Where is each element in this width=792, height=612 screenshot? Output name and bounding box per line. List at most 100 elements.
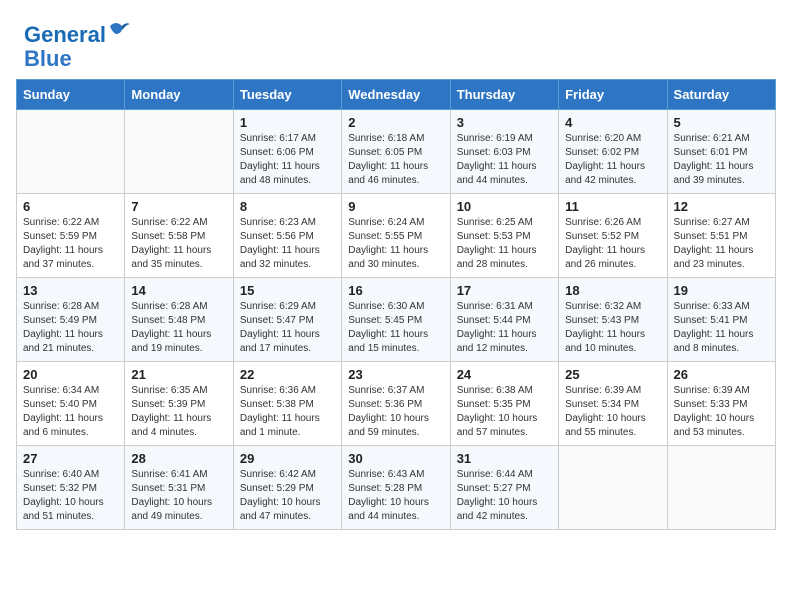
calendar-cell: 26 Sunrise: 6:39 AMSunset: 5:33 PMDayligh… bbox=[667, 362, 775, 446]
column-header-monday: Monday bbox=[125, 80, 233, 110]
day-number: 2 bbox=[348, 115, 443, 130]
logo-bird-icon bbox=[108, 18, 132, 42]
cell-content: Sunrise: 6:22 AMSunset: 5:59 PMDaylight:… bbox=[23, 217, 103, 270]
cell-content: Sunrise: 6:34 AMSunset: 5:40 PMDaylight:… bbox=[23, 385, 103, 438]
day-number: 19 bbox=[674, 283, 769, 298]
calendar-cell: 6 Sunrise: 6:22 AMSunset: 5:59 PMDaylight… bbox=[17, 194, 125, 278]
cell-content: Sunrise: 6:25 AMSunset: 5:53 PMDaylight:… bbox=[457, 217, 537, 270]
calendar-table: SundayMondayTuesdayWednesdayThursdayFrid… bbox=[16, 79, 776, 530]
day-number: 26 bbox=[674, 367, 769, 382]
calendar-cell: 9 Sunrise: 6:24 AMSunset: 5:55 PMDaylight… bbox=[342, 194, 450, 278]
calendar-week-row: 20Sunrise: 6:34 AMSunset: 5:40 PMDayligh… bbox=[17, 362, 776, 446]
calendar-cell: 13 Sunrise: 6:28 AMSunset: 5:49 PMDayligh… bbox=[17, 278, 125, 362]
cell-content: Sunrise: 6:21 AMSunset: 6:01 PMDaylight:… bbox=[674, 133, 754, 186]
cell-content: Sunrise: 6:32 AMSunset: 5:43 PMDaylight:… bbox=[565, 301, 645, 354]
calendar-cell bbox=[559, 446, 667, 530]
calendar-cell: 23 Sunrise: 6:37 AMSunset: 5:36 PMDayligh… bbox=[342, 362, 450, 446]
calendar-cell: 15Sunrise: 6:29 AMSunset: 5:47 PMDayligh… bbox=[233, 278, 341, 362]
column-header-sunday: Sunday bbox=[17, 80, 125, 110]
calendar-cell bbox=[667, 446, 775, 530]
cell-content: Sunrise: 6:37 AMSunset: 5:36 PMDaylight:… bbox=[348, 385, 429, 438]
calendar-cell: 24 Sunrise: 6:38 AMSunset: 5:35 PMDayligh… bbox=[450, 362, 558, 446]
calendar-cell: 18 Sunrise: 6:32 AMSunset: 5:43 PMDayligh… bbox=[559, 278, 667, 362]
cell-content: Sunrise: 6:35 AMSunset: 5:39 PMDaylight:… bbox=[131, 385, 211, 438]
day-number: 6 bbox=[23, 199, 118, 214]
cell-content: Sunrise: 6:22 AMSunset: 5:58 PMDaylight:… bbox=[131, 217, 211, 270]
calendar-cell: 7 Sunrise: 6:22 AMSunset: 5:58 PMDaylight… bbox=[125, 194, 233, 278]
cell-content: Sunrise: 6:24 AMSunset: 5:55 PMDaylight:… bbox=[348, 217, 428, 270]
day-number: 28 bbox=[131, 451, 226, 466]
column-header-tuesday: Tuesday bbox=[233, 80, 341, 110]
column-header-thursday: Thursday bbox=[450, 80, 558, 110]
calendar-cell: 2 Sunrise: 6:18 AMSunset: 6:05 PMDaylight… bbox=[342, 110, 450, 194]
cell-content: Sunrise: 6:39 AMSunset: 5:33 PMDaylight:… bbox=[674, 385, 755, 438]
cell-content: Sunrise: 6:20 AMSunset: 6:02 PMDaylight:… bbox=[565, 133, 645, 186]
calendar-cell: 27 Sunrise: 6:40 AMSunset: 5:32 PMDayligh… bbox=[17, 446, 125, 530]
calendar-cell: 12Sunrise: 6:27 AMSunset: 5:51 PMDayligh… bbox=[667, 194, 775, 278]
logo-general: General bbox=[24, 22, 106, 47]
cell-content: Sunrise: 6:19 AMSunset: 6:03 PMDaylight:… bbox=[457, 133, 537, 186]
cell-content: Sunrise: 6:38 AMSunset: 5:35 PMDaylight:… bbox=[457, 385, 538, 438]
cell-content: Sunrise: 6:33 AMSunset: 5:41 PMDaylight:… bbox=[674, 301, 754, 354]
day-number: 7 bbox=[131, 199, 226, 214]
day-number: 22 bbox=[240, 367, 335, 382]
cell-content: Sunrise: 6:18 AMSunset: 6:05 PMDaylight:… bbox=[348, 133, 428, 186]
cell-content: Sunrise: 6:28 AMSunset: 5:48 PMDaylight:… bbox=[131, 301, 211, 354]
calendar-cell: 4 Sunrise: 6:20 AMSunset: 6:02 PMDaylight… bbox=[559, 110, 667, 194]
day-number: 18 bbox=[565, 283, 660, 298]
day-number: 11 bbox=[565, 199, 660, 214]
day-number: 21 bbox=[131, 367, 226, 382]
day-number: 24 bbox=[457, 367, 552, 382]
calendar-cell: 14 Sunrise: 6:28 AMSunset: 5:48 PMDayligh… bbox=[125, 278, 233, 362]
day-number: 5 bbox=[674, 115, 769, 130]
day-number: 8 bbox=[240, 199, 335, 214]
cell-content: Sunrise: 6:36 AMSunset: 5:38 PMDaylight:… bbox=[240, 385, 320, 438]
calendar-cell: 31 Sunrise: 6:44 AMSunset: 5:27 PMDayligh… bbox=[450, 446, 558, 530]
cell-content: Sunrise: 6:31 AMSunset: 5:44 PMDaylight:… bbox=[457, 301, 537, 354]
column-header-wednesday: Wednesday bbox=[342, 80, 450, 110]
calendar-cell: 25 Sunrise: 6:39 AMSunset: 5:34 PMDayligh… bbox=[559, 362, 667, 446]
calendar-week-row: 6 Sunrise: 6:22 AMSunset: 5:59 PMDaylight… bbox=[17, 194, 776, 278]
day-number: 29 bbox=[240, 451, 335, 466]
calendar-cell: 8Sunrise: 6:23 AMSunset: 5:56 PMDaylight… bbox=[233, 194, 341, 278]
calendar-cell: 20Sunrise: 6:34 AMSunset: 5:40 PMDayligh… bbox=[17, 362, 125, 446]
cell-content: Sunrise: 6:28 AMSunset: 5:49 PMDaylight:… bbox=[23, 301, 103, 354]
calendar-wrapper: SundayMondayTuesdayWednesdayThursdayFrid… bbox=[0, 79, 792, 546]
calendar-cell: 16Sunrise: 6:30 AMSunset: 5:45 PMDayligh… bbox=[342, 278, 450, 362]
day-number: 13 bbox=[23, 283, 118, 298]
column-header-friday: Friday bbox=[559, 80, 667, 110]
day-number: 23 bbox=[348, 367, 443, 382]
calendar-cell bbox=[17, 110, 125, 194]
calendar-week-row: 13 Sunrise: 6:28 AMSunset: 5:49 PMDayligh… bbox=[17, 278, 776, 362]
day-number: 4 bbox=[565, 115, 660, 130]
cell-content: Sunrise: 6:43 AMSunset: 5:28 PMDaylight:… bbox=[348, 469, 429, 522]
page-header: General Blue bbox=[0, 0, 792, 79]
calendar-cell: 30 Sunrise: 6:43 AMSunset: 5:28 PMDayligh… bbox=[342, 446, 450, 530]
calendar-cell: 19 Sunrise: 6:33 AMSunset: 5:41 PMDayligh… bbox=[667, 278, 775, 362]
day-number: 10 bbox=[457, 199, 552, 214]
cell-content: Sunrise: 6:39 AMSunset: 5:34 PMDaylight:… bbox=[565, 385, 646, 438]
day-number: 9 bbox=[348, 199, 443, 214]
day-number: 30 bbox=[348, 451, 443, 466]
day-number: 31 bbox=[457, 451, 552, 466]
cell-content: Sunrise: 6:26 AMSunset: 5:52 PMDaylight:… bbox=[565, 217, 645, 270]
day-number: 14 bbox=[131, 283, 226, 298]
calendar-week-row: 1Sunrise: 6:17 AMSunset: 6:06 PMDaylight… bbox=[17, 110, 776, 194]
day-number: 25 bbox=[565, 367, 660, 382]
calendar-cell: 5 Sunrise: 6:21 AMSunset: 6:01 PMDaylight… bbox=[667, 110, 775, 194]
calendar-cell: 11 Sunrise: 6:26 AMSunset: 5:52 PMDayligh… bbox=[559, 194, 667, 278]
calendar-cell: 1Sunrise: 6:17 AMSunset: 6:06 PMDaylight… bbox=[233, 110, 341, 194]
cell-content: Sunrise: 6:41 AMSunset: 5:31 PMDaylight:… bbox=[131, 469, 212, 522]
logo-text: General Blue bbox=[24, 18, 132, 71]
calendar-cell: 3Sunrise: 6:19 AMSunset: 6:03 PMDaylight… bbox=[450, 110, 558, 194]
calendar-cell bbox=[125, 110, 233, 194]
cell-content: Sunrise: 6:29 AMSunset: 5:47 PMDaylight:… bbox=[240, 301, 320, 354]
cell-content: Sunrise: 6:30 AMSunset: 5:45 PMDaylight:… bbox=[348, 301, 428, 354]
cell-content: Sunrise: 6:44 AMSunset: 5:27 PMDaylight:… bbox=[457, 469, 538, 522]
cell-content: Sunrise: 6:40 AMSunset: 5:32 PMDaylight:… bbox=[23, 469, 104, 522]
cell-content: Sunrise: 6:42 AMSunset: 5:29 PMDaylight:… bbox=[240, 469, 321, 522]
calendar-cell: 17Sunrise: 6:31 AMSunset: 5:44 PMDayligh… bbox=[450, 278, 558, 362]
column-header-saturday: Saturday bbox=[667, 80, 775, 110]
day-number: 1 bbox=[240, 115, 335, 130]
day-number: 27 bbox=[23, 451, 118, 466]
